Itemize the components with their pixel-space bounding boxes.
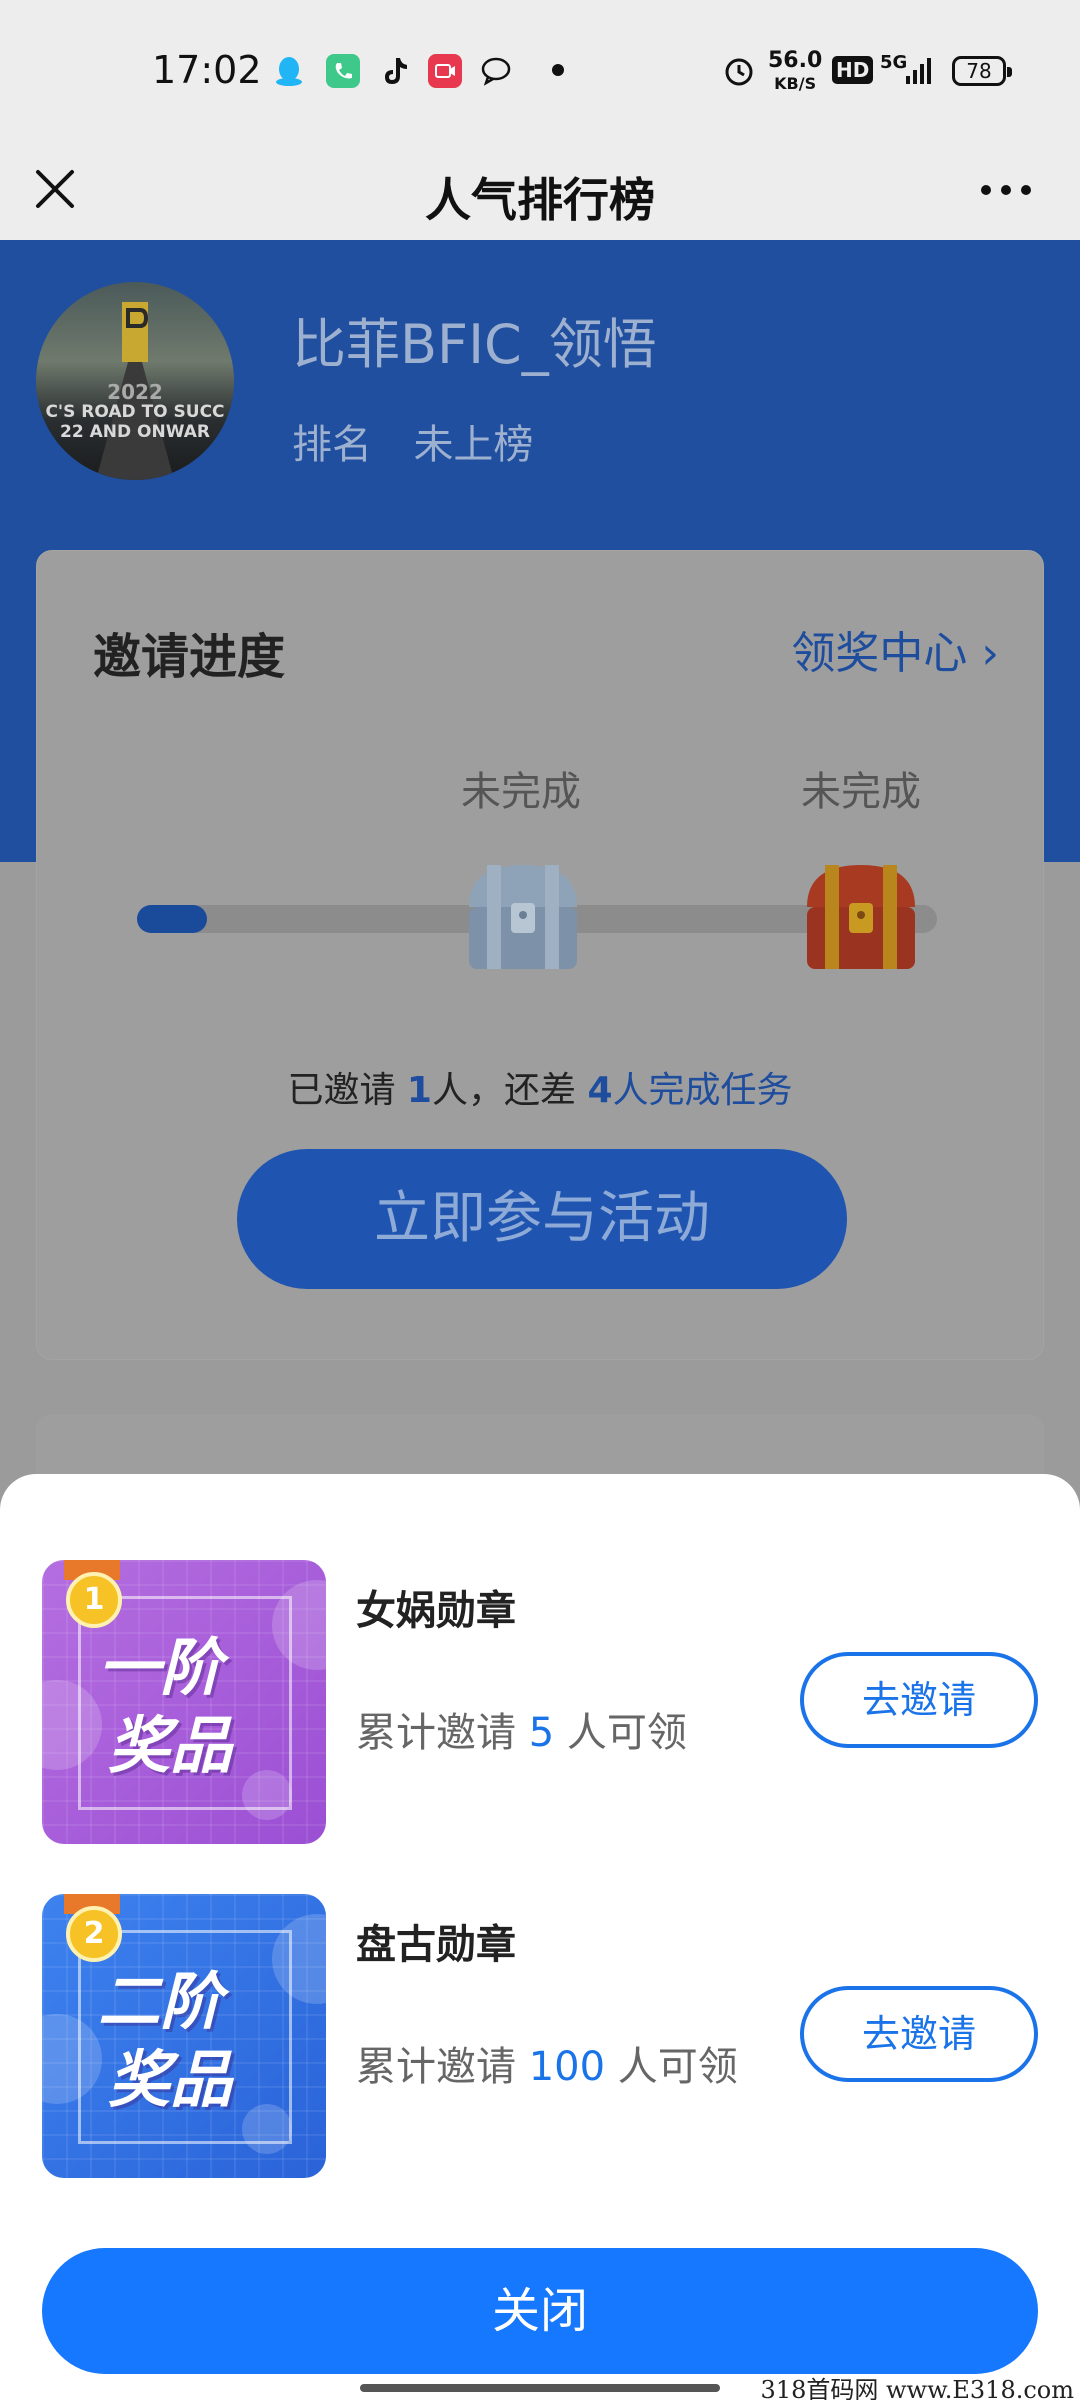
prize-1-requirement: 累计邀请 5 人可领: [356, 1700, 687, 1758]
alarm-icon: [722, 54, 756, 88]
signal-icon: [902, 54, 936, 88]
prize-2-caption: 奖品: [108, 2043, 233, 2116]
prize-2-requirement: 累计邀请 100 人可领: [356, 2034, 738, 2092]
speed-value: 56.0: [768, 48, 823, 73]
requirement-prefix: 累计邀请: [356, 2044, 529, 2090]
prize-1-caption: 奖品: [108, 1709, 233, 1782]
requirement-suffix: 人可领: [605, 2044, 738, 2090]
stage-1-label: 未完成: [461, 769, 581, 815]
prize-1-name: 女娲勋章: [356, 1588, 516, 1634]
prize-2-image: 2 二阶 奖品: [42, 1894, 326, 2178]
tiktok-icon: [378, 54, 412, 88]
prize-bottom-sheet: 1 一阶 奖品 女娲勋章 累计邀请 5 人可领 去邀请 2 二阶 奖品 盘古勋章…: [0, 1474, 1080, 2400]
page-title: 人气排行榜: [425, 173, 655, 227]
rank-info: 排名 未上榜: [292, 412, 533, 470]
qq-icon: [272, 54, 306, 88]
rank-value: 未上榜: [413, 422, 534, 468]
speed-unit: KB/S: [774, 74, 817, 93]
invite-progress-text: 已邀请 1人，还差 4人完成任务: [37, 1061, 1043, 1113]
progress-middle: 人，还差: [431, 1070, 588, 1111]
avatar-year: 2022: [107, 380, 163, 404]
silver-chest-icon: [459, 857, 587, 975]
required-count: 5: [528, 1710, 555, 1756]
required-count: 100: [528, 2044, 606, 2090]
progress-fill: [137, 905, 207, 933]
prize-2-name: 盘古勋章: [356, 1922, 516, 1968]
prize-item: 2 二阶 奖品 盘古勋章 累计邀请 100 人可领 去邀请: [0, 1894, 1080, 2184]
hd-badge: HD: [832, 56, 874, 84]
battery-indicator: 78: [952, 56, 1012, 86]
requirement-suffix: 人可领: [554, 1710, 687, 1756]
stage-2-label: 未完成: [801, 769, 921, 815]
medal-icon: 2: [66, 1906, 122, 1962]
top-nav: 人气排行榜: [0, 140, 1080, 240]
invite-progress-title: 邀请进度: [93, 629, 286, 685]
reward-center-link[interactable]: 领奖中心 ›: [791, 617, 999, 681]
prize-2-tier: 二阶: [98, 1965, 223, 2038]
invited-count: 1: [406, 1070, 432, 1111]
progress-suffix: 人完成任务: [612, 1070, 793, 1111]
invite-button-1[interactable]: 去邀请: [800, 1652, 1038, 1748]
invite-progress-card: 邀请进度 领奖中心 › 未完成 未完成 已邀请 1人，还差 4人完成任务 立即参…: [36, 550, 1044, 1360]
rank-label: 排名: [292, 422, 372, 468]
status-time: 17:02: [152, 48, 262, 92]
phone-app-icon: [326, 54, 360, 88]
status-bar: 17:02 56.0 KB/S HD 5G 78: [0, 0, 1080, 140]
avatar: 2022 C'S ROAD TO SUCC 22 AND ONWAR: [36, 282, 234, 480]
prize-item: 1 一阶 奖品 女娲勋章 累计邀请 5 人可领 去邀请: [0, 1560, 1080, 1850]
notification-dot: [552, 64, 564, 76]
join-activity-button[interactable]: 立即参与活动: [237, 1149, 847, 1289]
user-name: 比菲BFIC_领悟: [292, 313, 657, 376]
video-app-icon: [428, 54, 462, 88]
invite-button-2[interactable]: 去邀请: [800, 1986, 1038, 2082]
network-speed: 56.0 KB/S: [768, 50, 822, 95]
close-button[interactable]: 关闭: [42, 2248, 1038, 2374]
progress-prefix: 已邀请: [287, 1070, 407, 1111]
avatar-caption: C'S ROAD TO SUCC 22 AND ONWAR: [45, 402, 225, 442]
prize-1-image: 1 一阶 奖品: [42, 1560, 326, 1844]
remaining-count: 4: [587, 1070, 613, 1111]
prize-1-tier: 一阶: [98, 1631, 223, 1704]
requirement-prefix: 累计邀请: [356, 1710, 529, 1756]
wechat-icon: [480, 54, 514, 88]
medal-icon: 1: [66, 1572, 122, 1628]
more-icon[interactable]: [978, 170, 1034, 210]
gold-chest-icon: [797, 857, 925, 975]
watermark: 318首码网 www.E318.com: [760, 2376, 1074, 2400]
home-indicator[interactable]: [360, 2384, 720, 2392]
